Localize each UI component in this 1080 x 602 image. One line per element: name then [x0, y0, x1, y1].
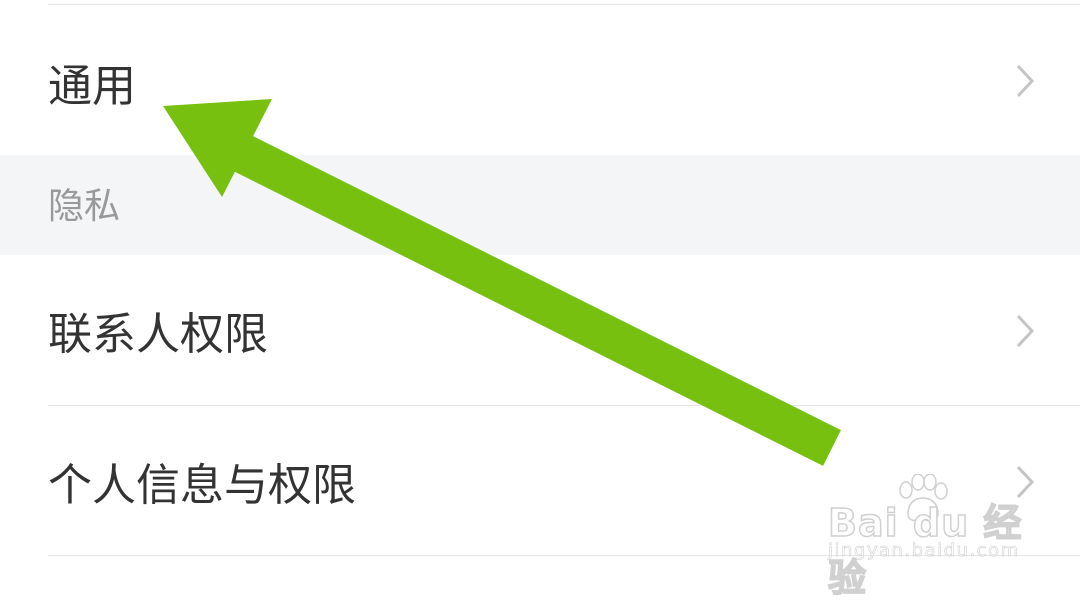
settings-row-contacts-permission-label: 联系人权限	[48, 309, 268, 360]
settings-row-personal-info-label: 个人信息与权限	[48, 460, 356, 511]
settings-row-general[interactable]: 通用	[0, 5, 1080, 155]
section-header-privacy-label: 隐私	[48, 186, 121, 227]
watermark-url: jingyan.baidu.com	[828, 540, 1020, 562]
chevron-right-icon	[1012, 313, 1040, 349]
settings-row-general-label: 通用	[48, 61, 136, 112]
baidu-jingyan-watermark: Bai du 经验 jingyan.baidu.com	[827, 474, 1028, 601]
section-header-privacy	[0, 155, 1080, 255]
settings-row-contacts-permission[interactable]: 联系人权限	[0, 255, 1080, 405]
chevron-right-icon	[1012, 63, 1040, 99]
